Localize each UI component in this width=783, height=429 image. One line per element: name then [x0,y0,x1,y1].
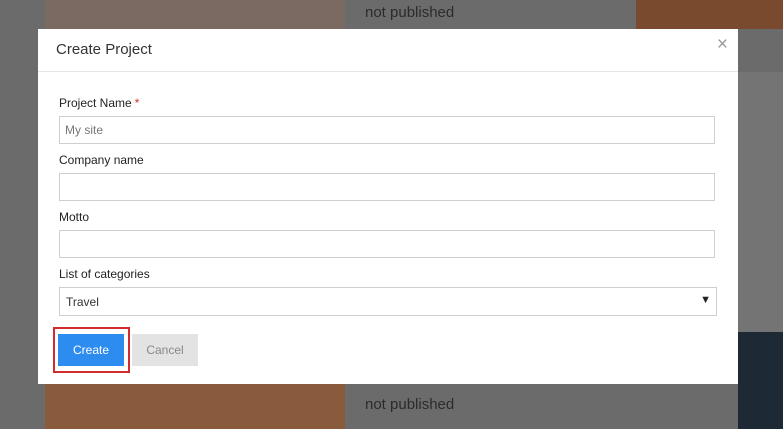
project-status: not published [365,396,455,413]
company-name-label: Company name [59,153,144,167]
dialog-title: Create Project [56,41,152,58]
categories-select[interactable]: Travel ▼ [59,287,717,316]
categories-label: List of categories [59,267,150,281]
project-name-label: Project Name * [59,96,139,110]
cancel-button[interactable]: Cancel [132,334,198,366]
project-name-label-text: Project Name [59,96,132,110]
categories-selected-value: Travel [66,295,99,309]
motto-label: Motto [59,210,90,224]
create-button[interactable]: Create [58,334,124,366]
project-thumbnail [636,0,783,29]
required-mark: * [134,96,140,110]
motto-input[interactable] [59,230,715,258]
create-project-dialog: Create Project × Project Name* Company n… [38,29,738,384]
close-icon[interactable]: × [717,35,728,55]
project-thumbnail [45,0,345,29]
company-name-input[interactable] [59,173,715,201]
dialog-header: Create Project × [38,29,738,72]
project-name-input[interactable] [59,116,715,144]
project-thumbnail [45,383,345,429]
chevron-down-icon: ▼ [700,294,711,306]
project-thumbnail [738,72,783,332]
project-thumbnail [738,332,783,429]
project-status: not published [365,4,455,21]
